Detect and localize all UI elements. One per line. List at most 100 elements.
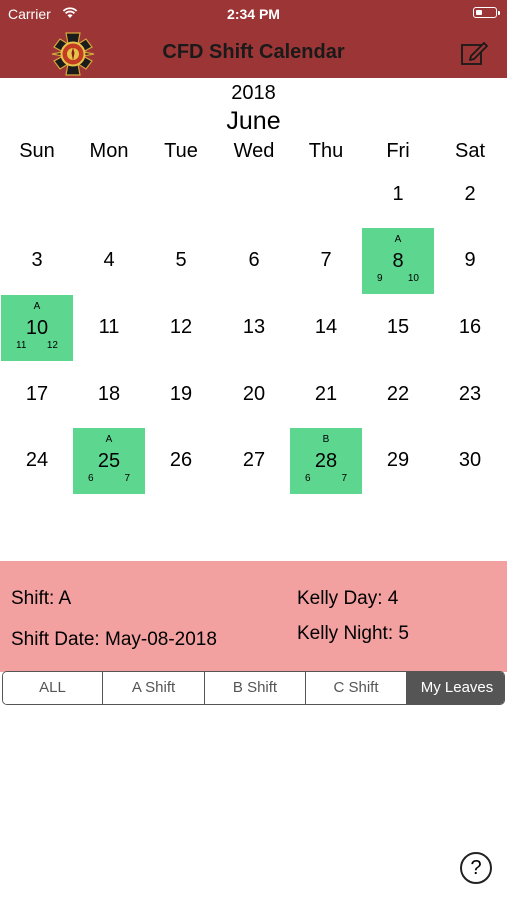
calendar-day[interactable]: 15: [362, 295, 434, 361]
day-sub-left: 6: [305, 473, 311, 484]
day-number: 5: [175, 249, 187, 271]
segment-c-shift[interactable]: C Shift: [306, 672, 407, 704]
day-sub-right: 7: [341, 473, 347, 484]
day-number: 27: [242, 449, 266, 471]
segment-all[interactable]: ALL: [3, 672, 103, 704]
day-number: 28: [314, 450, 338, 472]
kelly-night-label: Kelly Night: 5: [297, 623, 409, 644]
segment-b-shift[interactable]: B Shift: [205, 672, 306, 704]
shift-letter: A: [105, 434, 113, 445]
weekday-label: Tue: [164, 140, 198, 162]
day-number: 2: [464, 183, 476, 205]
battery-icon: [473, 7, 500, 18]
help-icon[interactable]: ?: [460, 852, 492, 884]
shift-letter: A: [33, 301, 41, 312]
day-number: 20: [242, 383, 266, 405]
day-number: 17: [25, 383, 49, 405]
calendar-day[interactable]: 12: [145, 295, 217, 361]
calendar-day[interactable]: 2: [434, 162, 506, 228]
day-number: 12: [169, 316, 193, 338]
calendar-day[interactable]: 1: [362, 162, 434, 228]
calendar-day[interactable]: 20: [218, 362, 290, 428]
day-number: 15: [386, 316, 410, 338]
calendar-grid: 1 2 3 4 5 6 7 A 8 9 10 9 A 10 11 12 11 12 13 14 15 16 17 18 19 20…: [0, 162, 507, 496]
compose-icon[interactable]: [459, 38, 489, 68]
calendar-day[interactable]: 29: [362, 428, 434, 494]
day-number: 24: [25, 449, 49, 471]
calendar-day[interactable]: 6: [218, 228, 290, 294]
calendar-day[interactable]: 27: [218, 428, 290, 494]
day-number: 1: [392, 183, 404, 205]
calendar-day-empty: [73, 162, 145, 228]
day-number: 3: [31, 249, 43, 271]
day-sub-left: 9: [377, 273, 383, 284]
clock: 2:34 PM: [227, 6, 280, 22]
calendar-day[interactable]: 26: [145, 428, 217, 494]
calendar-day-shift[interactable]: A 10 11 12: [1, 295, 73, 361]
calendar-day[interactable]: 22: [362, 362, 434, 428]
calendar-month: June: [226, 107, 281, 135]
day-number: 16: [458, 316, 482, 338]
weekday-label: Thu: [308, 140, 344, 162]
weekday-label: Sat: [454, 140, 486, 162]
day-sub-right: 10: [407, 273, 419, 284]
calendar-day[interactable]: 3: [1, 228, 73, 294]
day-number: 13: [242, 316, 266, 338]
calendar-day[interactable]: 18: [73, 362, 145, 428]
calendar-day[interactable]: 14: [290, 295, 362, 361]
calendar-day[interactable]: 17: [1, 362, 73, 428]
day-number: 9: [464, 249, 476, 271]
calendar-day[interactable]: 19: [145, 362, 217, 428]
calendar-day-shift[interactable]: A 25 6 7: [73, 428, 145, 494]
calendar-day[interactable]: 30: [434, 428, 506, 494]
calendar-day[interactable]: 7: [290, 228, 362, 294]
day-number: 22: [386, 383, 410, 405]
day-number: 19: [169, 383, 193, 405]
day-number: 18: [97, 383, 121, 405]
segment-a-shift[interactable]: A Shift: [103, 672, 205, 704]
day-number: 11: [98, 316, 120, 338]
shift-letter: B: [322, 434, 330, 445]
day-number: 29: [386, 449, 410, 471]
calendar-day[interactable]: 11: [73, 295, 145, 361]
shift-letter: A: [394, 234, 402, 245]
segment-my-leaves[interactable]: My Leaves: [407, 672, 504, 704]
status-bar: Carrier 2:34 PM: [0, 0, 507, 28]
day-number: 6: [248, 249, 260, 271]
calendar-year: 2018: [231, 82, 276, 104]
day-sub-left: 6: [88, 473, 94, 484]
calendar-day[interactable]: 23: [434, 362, 506, 428]
weekday-label: Fri: [386, 140, 410, 162]
calendar-day-empty: [290, 162, 362, 228]
day-sub-left: 11: [16, 340, 27, 351]
day-sub-right: 7: [124, 473, 130, 484]
day-number: 21: [314, 383, 338, 405]
calendar-day-shift[interactable]: B 28 6 7: [290, 428, 362, 494]
day-number: 7: [320, 249, 332, 271]
calendar-day-shift[interactable]: A 8 9 10: [362, 228, 434, 294]
day-number: 23: [458, 383, 482, 405]
day-number: 4: [103, 249, 115, 271]
calendar-day[interactable]: 9: [434, 228, 506, 294]
day-sub-right: 12: [46, 340, 58, 351]
kelly-day-label: Kelly Day: 4: [297, 588, 399, 609]
weekday-label: Sun: [19, 140, 55, 162]
shift-date-label: Shift Date: May-08-2018: [11, 629, 217, 650]
shift-info-panel: Shift: A Shift Date: May-08-2018 Kelly D…: [0, 561, 507, 672]
calendar-day[interactable]: 16: [434, 295, 506, 361]
day-number: 8: [392, 250, 404, 272]
weekday-header: Sun Mon Tue Wed Thu Fri Sat: [0, 140, 507, 164]
calendar-day[interactable]: 5: [145, 228, 217, 294]
calendar-day-empty: [218, 162, 290, 228]
shift-filter-segmented-control: ALL A Shift B Shift C Shift My Leaves: [2, 671, 505, 705]
calendar-day[interactable]: 13: [218, 295, 290, 361]
shift-label: Shift: A: [11, 588, 72, 609]
calendar-day-empty: [1, 162, 73, 228]
day-number: 14: [314, 316, 338, 338]
calendar-day[interactable]: 21: [290, 362, 362, 428]
calendar-day[interactable]: 4: [73, 228, 145, 294]
calendar-day[interactable]: 24: [1, 428, 73, 494]
day-number: 30: [458, 449, 482, 471]
page-title: CFD Shift Calendar: [162, 41, 345, 63]
day-number: 26: [169, 449, 193, 471]
